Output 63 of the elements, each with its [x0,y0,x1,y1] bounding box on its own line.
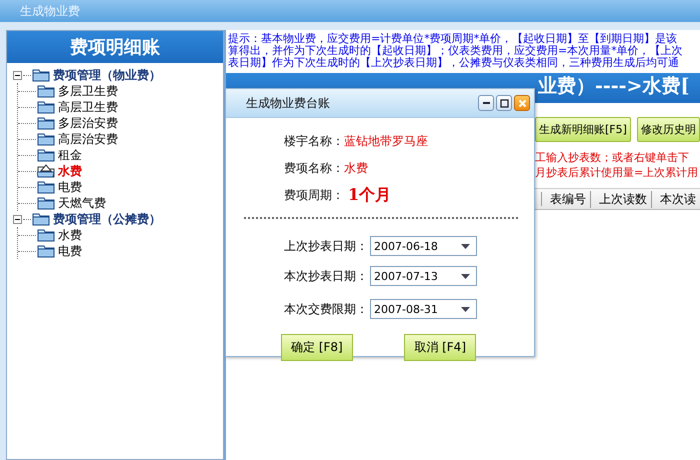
tree-group-item[interactable]: 费项管理（物业费） [53,66,161,84]
folder-icon [37,84,55,98]
field-label: 本次交费限期： [284,300,368,318]
maximize-button[interactable] [496,95,512,111]
column-header[interactable]: 表编号 [542,190,591,208]
folder-icon [37,228,55,242]
hint-text: 算得出，并作为下次生成时的【起收日期】；仪表类费用，应交费用=本次用量*单价，【上次 [228,45,684,57]
column-header[interactable]: 本次读 [652,190,696,208]
minimize-button[interactable] [478,95,494,111]
dialog-title: 生成物业费台账 [246,94,331,112]
tree-item[interactable]: 水费 [58,226,82,244]
maximize-icon [500,98,508,108]
collapse-toggle-icon[interactable] [13,70,22,80]
folder-icon [37,132,55,146]
date-dropdown[interactable]: 2007-07-13 [370,266,477,286]
window-title: 生成物业费 [20,2,80,20]
column-header[interactable]: 上次读数 [591,190,652,208]
dropdown-caret-icon [461,244,470,248]
close-button[interactable] [514,95,530,111]
field-label: 本次抄表日期： [284,268,368,284]
tree-item[interactable]: 多层卫生费 [58,82,118,100]
tree-item[interactable]: 高层卫生费 [58,98,118,116]
field-label: 费项名称： [284,160,344,177]
instruction-text: 工输入抄表数；或者右键单击下 [535,150,690,165]
tree-item[interactable]: 水费 [58,162,82,180]
toolbar-button[interactable]: 生成新明细账[F5] [535,117,631,142]
tree-group-item[interactable]: 费项管理（公摊费） [53,210,161,228]
field-label: 费项周期： [284,187,344,204]
folder-icon [32,68,50,82]
folder-icon [37,196,55,210]
minimize-icon [482,102,490,104]
tree-item[interactable]: 电费 [58,178,82,196]
field-value: 1个月 [348,185,392,206]
hint-text: 表日期】作为下次生成时的【上次抄表日期】，公摊费与仪表类相同，三种费用生成后均可通 [228,57,680,69]
folder-icon [37,244,55,258]
folder-icon [32,212,50,226]
section-title: 业费）---->水费[ [538,74,690,99]
field-value: 蓝钻地带罗马座 [344,133,428,150]
tree-item[interactable]: 多层治安费 [58,114,118,132]
field-value: 水费 [344,160,368,177]
toolbar-button[interactable]: 修改历史明 [636,117,700,142]
date-dropdown[interactable]: 2007-08-31 [370,299,477,319]
tree-item[interactable]: 高层治安费 [58,130,118,148]
folder-icon [37,116,55,130]
field-label: 楼宇名称： [284,133,344,150]
open-folder-icon [37,164,55,178]
instruction-text: 月抄表后累计使用量=上次累计用 [535,165,700,180]
collapse-toggle-icon[interactable] [13,214,22,224]
date-dropdown[interactable]: 2007-06-18 [370,236,477,256]
hint-text: 提示：基本物业费，应交费用=计费单位*费项周期*单价，【起收日期】至【到期日期】是该 [228,33,678,45]
dialog-button[interactable]: 取消 [F4] [404,334,476,361]
sidebar-title: 费项明细账 [70,36,160,59]
tree-item[interactable]: 天燃气费 [58,194,106,212]
dialog-button[interactable]: 确定 [F8] [281,334,353,361]
folder-icon [37,100,55,114]
field-label: 上次抄表日期： [284,238,368,254]
folder-icon [37,180,55,194]
tree-item[interactable]: 租金 [58,146,82,164]
folder-icon [37,148,55,162]
close-icon [518,98,526,108]
tree-item[interactable]: 电费 [58,242,82,260]
dropdown-caret-icon [461,306,470,312]
dropdown-caret-icon [461,274,470,278]
